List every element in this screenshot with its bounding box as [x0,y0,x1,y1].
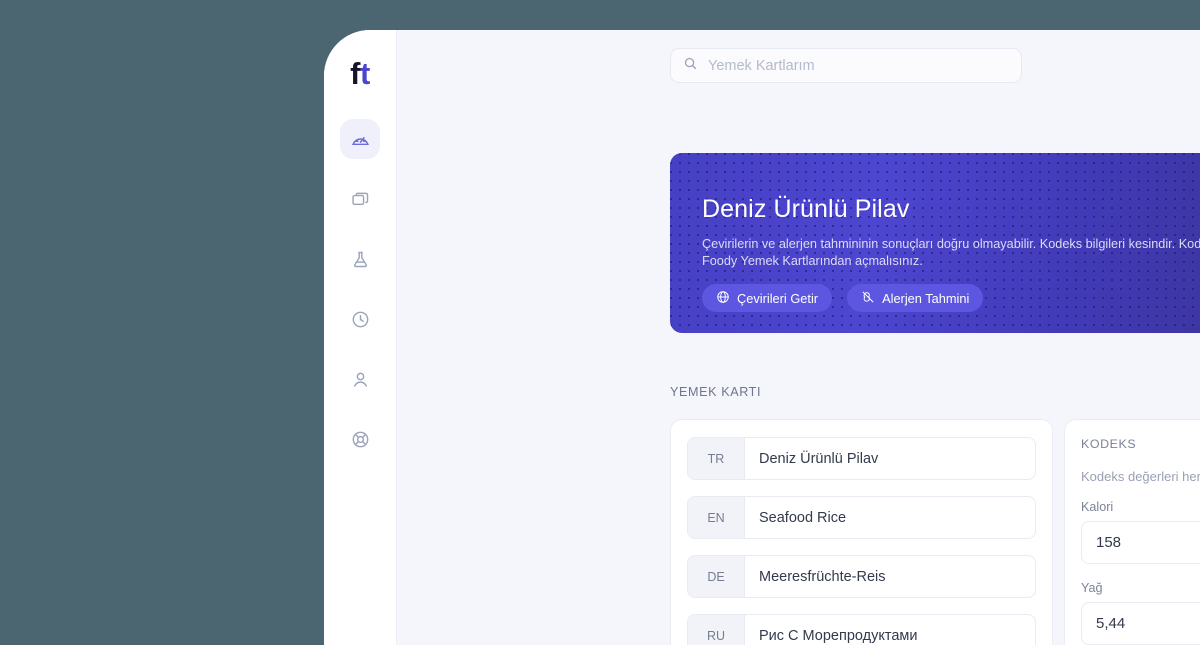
codex-card: KODEKS Kodeks değerleri her 100 gram içi… [1064,419,1200,645]
translation-row[interactable]: DE Meeresfrüchte-Reis [687,555,1036,598]
language-code: TR [688,438,745,479]
translation-row[interactable]: RU Рис С Морепродуктами [687,614,1036,645]
translation-value[interactable]: Deniz Ürünlü Pilav [745,438,1035,479]
logo-letter-t: t [360,55,370,91]
language-code: RU [688,615,745,645]
translation-row[interactable]: EN Seafood Rice [687,496,1036,539]
user-icon [350,369,371,390]
sidebar-item-lab[interactable] [340,239,380,279]
sidebar-nav [324,119,396,479]
main-content: Deniz Ürünlü Pilav Çevirilerin ve alerje… [397,30,1200,645]
fat-label: Yağ [1081,581,1103,595]
globe-icon [716,290,730,307]
sidebar: ft [324,30,397,645]
banner-description: Çevirilerin ve alerjen tahmininin sonuçl… [702,237,1200,268]
logo-letter-f: f [350,55,360,91]
search-bar[interactable] [670,48,1022,83]
sidebar-item-history[interactable] [340,299,380,339]
translations-card: TR Deniz Ürünlü Pilav EN Seafood Rice DE… [670,419,1053,645]
fetch-translations-label: Çevirileri Getir [737,290,819,306]
fetch-translations-button[interactable]: Çevirileri Getir [702,284,833,312]
calorie-label: Kalori [1081,500,1114,514]
search-input[interactable] [708,57,1009,74]
banner-actions: Çevirileri Getir Alerjen Tahmini [702,284,1200,312]
section-label: YEMEK KARTI [670,385,762,399]
fat-field[interactable]: 5,44 [1081,602,1200,645]
layers-icon [350,189,371,210]
topbar [397,30,1200,83]
sidebar-item-cards[interactable] [340,179,380,219]
translation-value[interactable]: Seafood Rice [745,497,1035,538]
codex-note: Kodeks değerleri her 100 gram için hesap… [1081,469,1200,484]
translation-row[interactable]: TR Deniz Ürünlü Pilav [687,437,1036,480]
cards-row: TR Deniz Ürünlü Pilav EN Seafood Rice DE… [670,419,1200,645]
search-icon [683,56,698,76]
allergen-icon [861,290,875,307]
app-logo[interactable]: ft [350,48,370,98]
clock-icon [350,309,371,330]
allergen-prediction-button[interactable]: Alerjen Tahmini [847,284,984,312]
lifebuoy-icon [350,429,371,450]
calorie-field[interactable]: 158 [1081,521,1200,564]
allergen-prediction-label: Alerjen Tahmini [882,290,970,306]
app-window: ft Yemek Kartlarım Deniz Ürünlü Pilav Çe… [324,30,1200,645]
gauge-icon [350,129,371,150]
dish-banner: Deniz Ürünlü Pilav Çevirilerin ve alerje… [670,153,1200,333]
sidebar-item-profile[interactable] [340,359,380,399]
language-code: DE [688,556,745,597]
codex-title: KODEKS [1081,437,1137,451]
sidebar-item-dashboard[interactable] [340,119,380,159]
banner-title: Deniz Ürünlü Pilav [702,195,910,223]
language-code: EN [688,497,745,538]
translation-value[interactable]: Meeresfrüchte-Reis [745,556,1035,597]
translation-value[interactable]: Рис С Морепродуктами [745,615,1035,645]
sidebar-item-support[interactable] [340,419,380,459]
flask-icon [350,249,371,270]
